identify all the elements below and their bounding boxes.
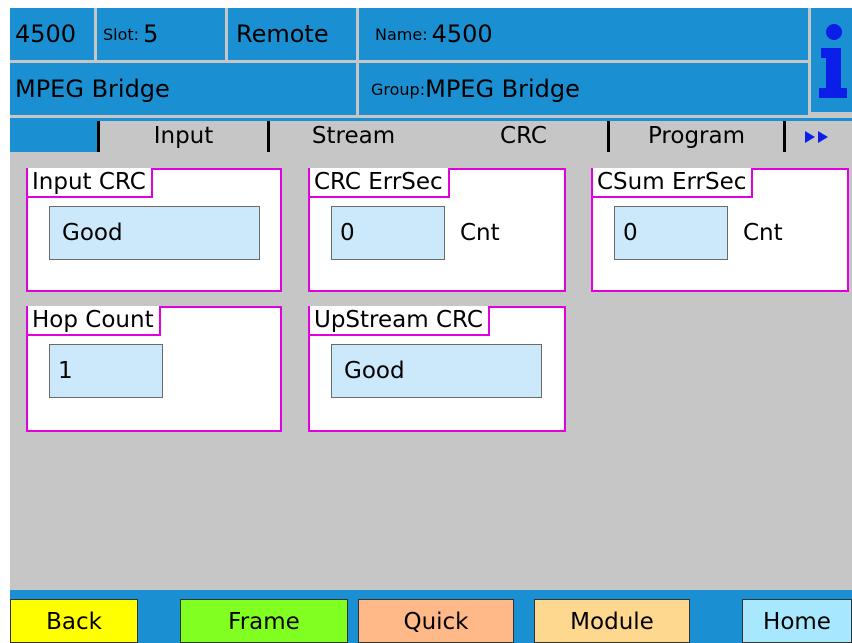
group-label: Group: <box>371 79 426 99</box>
info-icon <box>818 24 847 98</box>
card-label: MPEG Bridge <box>15 75 170 103</box>
module-button[interactable]: Module <box>534 599 690 643</box>
panel-title: UpStream CRC <box>310 306 494 336</box>
device-screen: 4500 Slot: 5 Remote Name: 4500 MPEG Brid… <box>10 8 852 643</box>
name-value: 4500 <box>431 20 493 48</box>
header-group: Group: MPEG Bridge <box>359 63 808 115</box>
header-slot: Slot: 5 <box>97 8 225 60</box>
panel-crc-errsec: CRC ErrSec 0 Cnt <box>308 168 566 292</box>
header-name: Name: 4500 <box>359 8 808 60</box>
mode-label: Remote <box>236 20 329 48</box>
panel-title: CRC ErrSec <box>310 168 454 198</box>
input-crc-value: Good <box>49 206 260 260</box>
tab-stream[interactable]: Stream <box>267 121 437 152</box>
tab-program[interactable]: Program <box>607 121 783 152</box>
panel-title: CSum ErrSec <box>593 168 758 198</box>
slot-label: Slot: <box>103 24 140 44</box>
group-value: MPEG Bridge <box>425 75 580 103</box>
back-button[interactable]: Back <box>10 599 138 643</box>
upstream-crc-value: Good <box>331 344 542 398</box>
panel-csum-errsec: CSum ErrSec 0 Cnt <box>591 168 849 292</box>
csum-errsec-value: 0 <box>614 206 728 260</box>
header-mode: Remote <box>228 8 356 60</box>
frame-button[interactable]: Frame <box>180 599 348 643</box>
tab-input[interactable]: Input <box>97 121 267 152</box>
model-label: 4500 <box>15 20 77 48</box>
slot-value: 5 <box>143 20 159 48</box>
double-right-arrow-icon <box>805 130 828 143</box>
panel-title: Input CRC <box>28 168 157 198</box>
crc-errsec-unit: Cnt <box>460 220 500 246</box>
header-model: 4500 <box>10 8 94 60</box>
panel-input-crc: Input CRC Good <box>26 168 282 292</box>
panel-title: Hop Count <box>28 306 165 336</box>
crc-errsec-value: 0 <box>331 206 445 260</box>
header-card: MPEG Bridge <box>10 63 356 115</box>
csum-errsec-unit: Cnt <box>743 220 783 246</box>
panel-hop-count: Hop Count 1 <box>26 306 282 432</box>
panel-upstream-crc: UpStream CRC Good <box>308 306 566 432</box>
name-label: Name: <box>375 24 428 44</box>
home-button[interactable]: Home <box>742 599 852 643</box>
tab-scroll-right-button[interactable] <box>783 121 852 152</box>
tab-bar: Input Stream CRC Program <box>10 118 852 152</box>
footer-bar: Back Frame Quick Module Home <box>10 590 852 643</box>
tab-crc[interactable]: CRC <box>437 121 607 152</box>
quick-button[interactable]: Quick <box>358 599 514 643</box>
info-button[interactable] <box>811 8 852 112</box>
hop-count-value: 1 <box>49 344 163 398</box>
